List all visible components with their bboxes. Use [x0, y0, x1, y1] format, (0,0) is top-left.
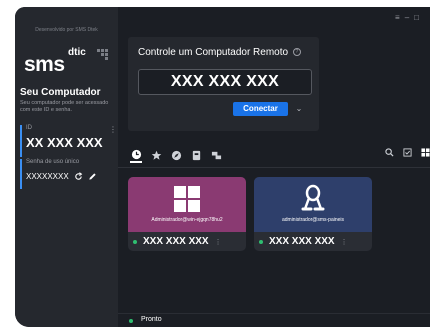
linux-icon [301, 184, 325, 211]
id-field: ID ⋮ XX XXX XXX [20, 125, 123, 157]
remote-id-input[interactable]: XXX XXX XXX [138, 69, 312, 95]
logo-main: sms [24, 53, 65, 76]
edit-icon[interactable] [88, 172, 97, 181]
tab-favorites[interactable] [150, 149, 162, 161]
logo-sup: dtic [68, 47, 86, 58]
status-text: Pronto [141, 316, 162, 323]
peer-more-icon[interactable]: ⋮ [215, 238, 222, 246]
chevron-down-icon[interactable]: ⌄ [292, 102, 306, 116]
peer-info: XXX XXX XXX ⋮ [254, 232, 372, 251]
developed-by: Desenvolvido por SMS Dtek [35, 27, 98, 33]
connect-button[interactable]: Conectar [233, 102, 288, 116]
menu-icon[interactable]: ≡ [395, 13, 405, 22]
window-controls: ≡–□ [395, 13, 424, 22]
remote-title: Controle um Computador Remoto ? [138, 47, 301, 58]
minimize-icon[interactable]: – [405, 13, 414, 22]
logo-dots-icon [97, 49, 109, 61]
compass-icon [171, 150, 181, 160]
help-icon[interactable]: ? [292, 48, 301, 57]
windows-icon [174, 186, 200, 212]
maximize-icon[interactable]: □ [414, 13, 424, 22]
peer-info: XXX XXX XXX ⋮ [128, 232, 246, 251]
peer-tabs [130, 147, 222, 163]
tab-discovered[interactable] [170, 149, 182, 161]
online-status-icon [133, 239, 137, 244]
peer-thumbnail: administrador@sms-paineis [254, 177, 372, 232]
password-value: XXXXXXXX [26, 172, 69, 181]
sidebar: Desenvolvido por SMS Dtek sms dtic Seu C… [15, 7, 118, 327]
divider [118, 167, 430, 168]
tab-groups[interactable] [210, 149, 222, 161]
refresh-icon[interactable] [74, 172, 83, 181]
select-icon[interactable] [403, 148, 412, 157]
tab-recent[interactable] [130, 147, 142, 163]
clock-icon [131, 149, 141, 159]
peer-card-linux[interactable]: administrador@sms-paineis XXX XXX XXX ⋮ [254, 177, 372, 251]
password-label: Senha de uso único [26, 159, 80, 165]
peer-card-windows[interactable]: Administrador@win-ejgqn78hu2 XXX XXX XXX… [128, 177, 246, 251]
tab-address-book[interactable] [190, 149, 202, 161]
id-value: XX XXX XXX [26, 135, 103, 150]
id-more-icon[interactable]: ⋮ [109, 125, 117, 134]
app-window: Desenvolvido por SMS Dtek sms dtic Seu C… [15, 7, 430, 327]
status-bar: Pronto [118, 313, 430, 327]
grid-view-icon[interactable] [421, 148, 430, 157]
peer-toolbar [385, 148, 430, 157]
search-icon[interactable] [385, 148, 394, 157]
status-icon [129, 319, 133, 323]
group-icon [211, 151, 221, 159]
online-status-icon [259, 239, 263, 244]
password-field: Senha de uso único XXXXXXXX [20, 159, 123, 189]
peer-more-icon[interactable]: ⋮ [341, 238, 348, 246]
sidebar-description: Seu computador pode ser acessado com est… [20, 100, 109, 113]
peer-hostname: Administrador@win-ejgqn78hu2 [151, 217, 223, 223]
remote-title-text: Controle um Computador Remoto [138, 47, 289, 58]
peer-id: XXX XXX XXX [143, 236, 209, 247]
peer-thumbnail: Administrador@win-ejgqn78hu2 [128, 177, 246, 232]
peer-hostname: administrador@sms-paineis [281, 217, 345, 223]
star-icon [151, 150, 161, 160]
address-book-icon [192, 150, 200, 160]
peer-id: XXX XXX XXX [269, 236, 335, 247]
remote-control-card: Controle um Computador Remoto ? XXX XXX … [128, 37, 319, 131]
sidebar-title: Seu Computador [20, 87, 101, 98]
